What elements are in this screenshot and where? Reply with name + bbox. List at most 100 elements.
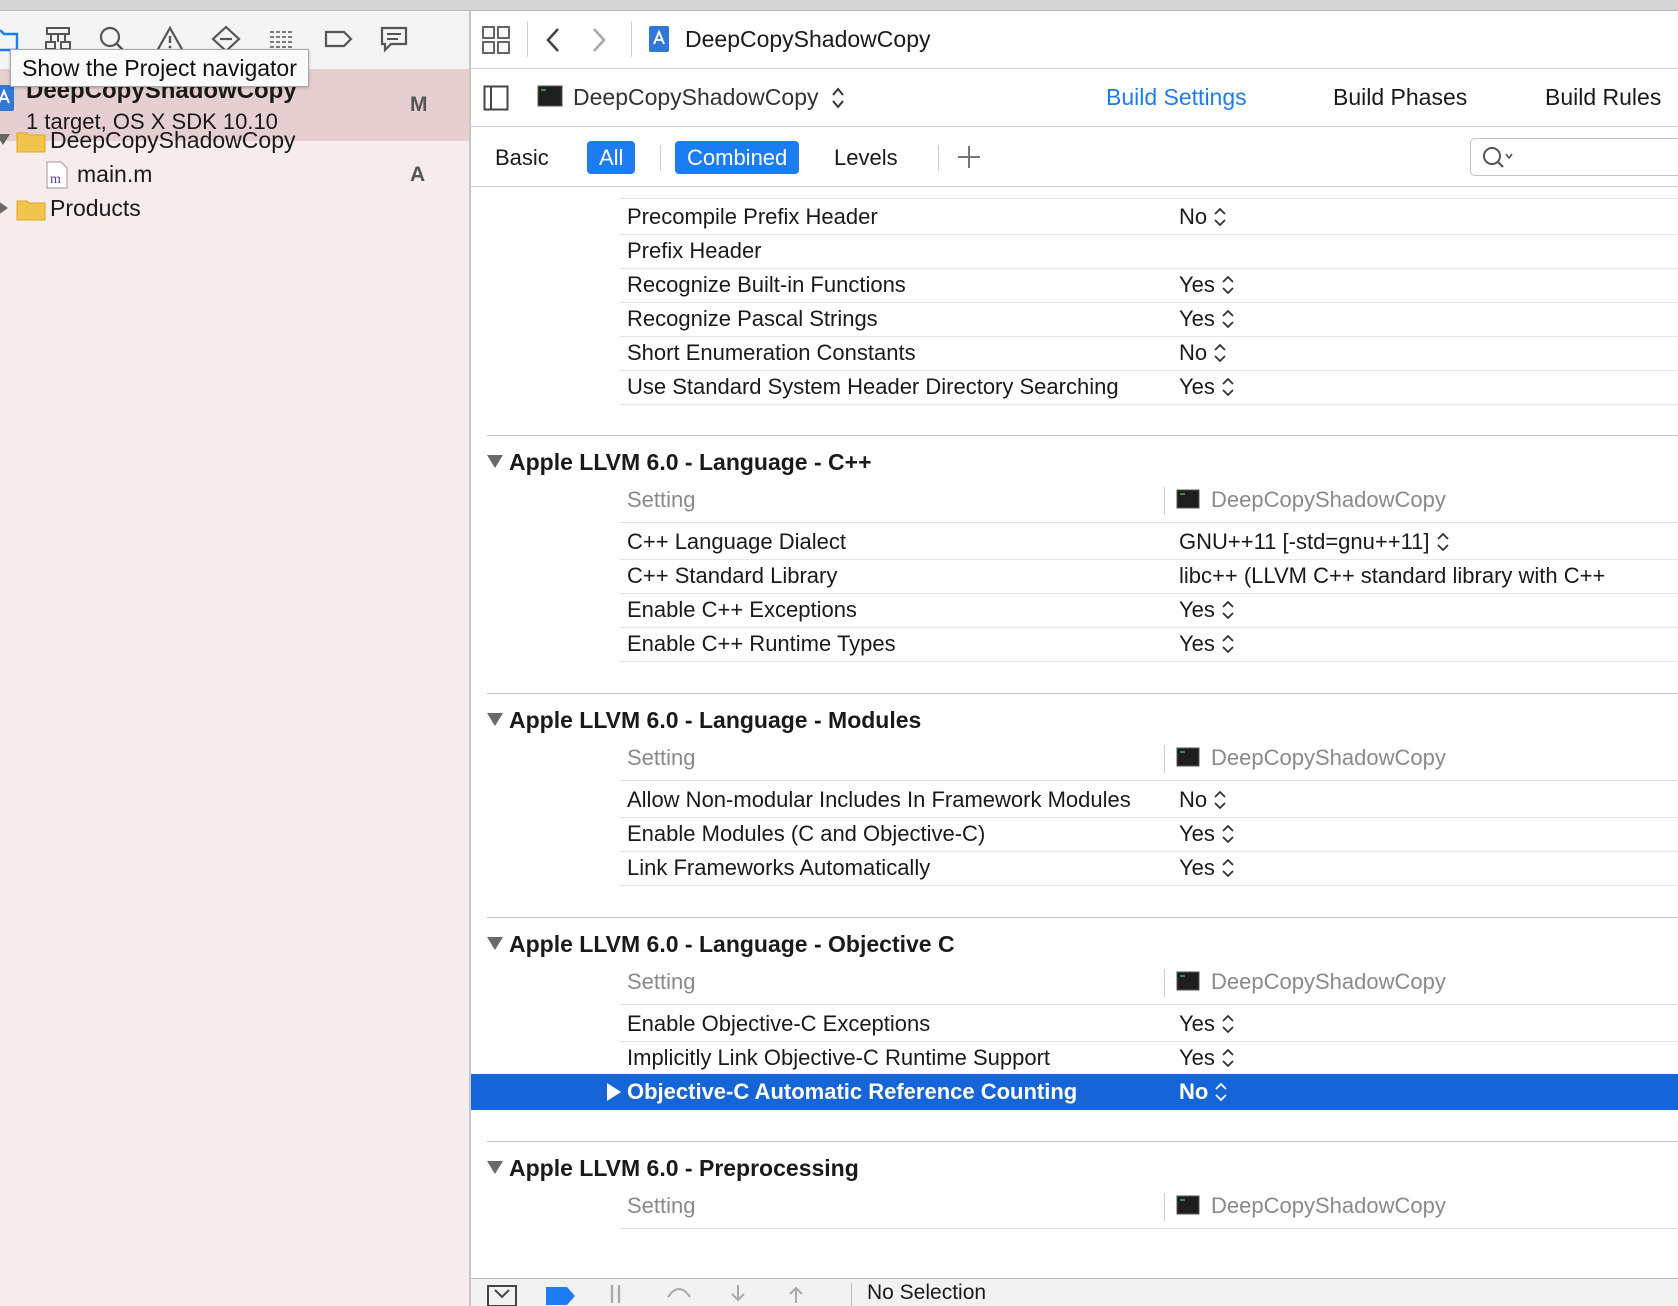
disclosure-open-icon[interactable] [487, 455, 503, 468]
step-out-icon[interactable] [785, 1283, 807, 1306]
setting-value[interactable]: Yes [1179, 272, 1235, 298]
setting-row[interactable]: Enable C++ Runtime Types Yes [619, 626, 1678, 662]
setting-row[interactable]: C++ Language Dialect GNU++11 [-std=gnu++… [619, 524, 1678, 560]
stepper-icon[interactable] [1213, 342, 1227, 364]
divider [851, 1283, 852, 1306]
section-divider [487, 917, 1678, 918]
filter-basic-button[interactable]: Basic [483, 141, 561, 174]
setting-value-text: Yes [1179, 1045, 1215, 1070]
setting-value[interactable]: GNU++11 [-std=gnu++11] [1179, 529, 1450, 555]
stepper-icon[interactable] [1221, 599, 1235, 621]
step-into-icon[interactable] [727, 1283, 749, 1306]
setting-value[interactable]: Yes [1179, 631, 1235, 657]
setting-row[interactable]: Implicitly Link Objective-C Runtime Supp… [619, 1040, 1678, 1076]
tree-item-file[interactable]: m main.m A [0, 157, 469, 193]
terminal-target-icon [1176, 1195, 1200, 1220]
disclosure-open-icon[interactable] [487, 937, 503, 950]
tree-item-group[interactable]: DeepCopyShadowCopy [0, 123, 469, 159]
tab-build-phases[interactable]: Build Phases [1333, 84, 1467, 111]
setting-value-text: Yes [1179, 597, 1215, 622]
stepper-icon[interactable] [1221, 308, 1235, 330]
pause-icon[interactable] [607, 1283, 631, 1306]
disclosure-closed-icon[interactable] [0, 201, 8, 215]
disclosure-open-icon[interactable] [487, 713, 503, 726]
terminal-target-icon [1176, 971, 1200, 996]
setting-value[interactable]: No [1179, 340, 1227, 366]
column-divider [1164, 1193, 1165, 1221]
setting-row[interactable]: Enable Objective-C Exceptions Yes [619, 1006, 1678, 1042]
jump-bar-file-title[interactable]: DeepCopyShadowCopy [685, 26, 931, 53]
stepper-icon[interactable] [1436, 531, 1450, 553]
setting-value[interactable]: No [1179, 787, 1227, 813]
setting-row[interactable]: Allow Non-modular Includes In Framework … [619, 782, 1678, 818]
setting-value[interactable]: Yes [1179, 855, 1235, 881]
setting-value-text: Yes [1179, 306, 1215, 331]
setting-value[interactable]: Yes [1179, 1011, 1235, 1037]
setting-row[interactable]: Use Standard System Header Directory Sea… [619, 369, 1678, 405]
filter-levels-button[interactable]: Levels [822, 141, 910, 174]
back-arrow-icon[interactable] [541, 25, 565, 60]
search-field[interactable] [1470, 138, 1678, 176]
breakpoints-toggle-icon[interactable] [545, 1285, 577, 1306]
column-header: Setting DeepCopyShadowCopy [619, 1185, 1678, 1229]
objc-file-icon: m [46, 161, 68, 194]
setting-row[interactable]: Link Frameworks Automatically Yes [619, 850, 1678, 886]
sidebar-toggle-icon[interactable] [483, 85, 509, 116]
setting-row[interactable]: Recognize Pascal Strings Yes [619, 301, 1678, 337]
setting-value[interactable]: libc++ (LLVM C++ standard library with C… [1179, 563, 1605, 589]
stepper-icon[interactable] [1214, 1081, 1228, 1103]
target-column-title: DeepCopyShadowCopy [1211, 1193, 1446, 1218]
editor-area: DeepCopyShadowCopy DeepCopyShadowCopy Bu… [471, 11, 1678, 1306]
comment-icon[interactable] [376, 21, 412, 57]
filter-all-button[interactable]: All [587, 141, 636, 174]
stepper-icon[interactable] [1221, 376, 1235, 398]
stepper-icon[interactable] [1213, 789, 1227, 811]
target-selector[interactable]: DeepCopyShadowCopy [573, 84, 819, 111]
svg-text:m: m [50, 172, 61, 187]
stepper-icon[interactable] [1221, 823, 1235, 845]
build-settings-list: Precompile Prefix Header No Prefix Heade… [471, 187, 1678, 1278]
setting-value[interactable]: Yes [1179, 1045, 1235, 1071]
xcode-project-icon [647, 24, 671, 59]
section-divider [487, 435, 1678, 436]
disclosure-closed-icon[interactable] [607, 1083, 621, 1101]
setting-row[interactable]: Enable C++ Exceptions Yes [619, 592, 1678, 628]
setting-row[interactable]: Prefix Header [619, 233, 1678, 269]
setting-row[interactable]: Short Enumeration Constants No [619, 335, 1678, 371]
tab-build-rules[interactable]: Build Rules [1545, 84, 1661, 111]
scm-modified-badge: M [410, 93, 428, 116]
hide-debug-area-icon[interactable] [487, 1285, 517, 1306]
step-over-icon[interactable] [665, 1283, 693, 1306]
stepper-icon[interactable] [1221, 274, 1235, 296]
tag-icon[interactable] [320, 21, 356, 57]
disclosure-open-icon[interactable] [0, 134, 10, 145]
setting-value[interactable]: Yes [1179, 821, 1235, 847]
setting-value[interactable]: Yes [1179, 597, 1235, 623]
add-setting-icon[interactable] [955, 143, 983, 176]
setting-value[interactable]: No [1179, 204, 1227, 230]
tree-item-group[interactable]: Products [0, 191, 469, 227]
setting-row[interactable]: Recognize Built-in Functions Yes [619, 267, 1678, 303]
divider [527, 21, 528, 57]
setting-value-text: Yes [1179, 374, 1215, 399]
stepper-icon[interactable] [1221, 1047, 1235, 1069]
setting-value[interactable]: Yes [1179, 306, 1235, 332]
related-items-grid-icon[interactable] [481, 25, 511, 60]
forward-arrow-icon[interactable] [587, 25, 611, 60]
stepper-icon[interactable] [831, 86, 845, 115]
setting-column-title: Setting [627, 1193, 696, 1218]
tab-build-settings[interactable]: Build Settings [1106, 84, 1247, 111]
setting-row[interactable]: Enable Modules (C and Objective-C) Yes [619, 816, 1678, 852]
setting-row-selected[interactable]: Objective-C Automatic Reference Counting… [471, 1074, 1678, 1110]
stepper-icon[interactable] [1221, 857, 1235, 879]
filter-combined-button[interactable]: Combined [675, 141, 800, 174]
setting-row[interactable]: C++ Standard Library libc++ (LLVM C++ st… [619, 558, 1678, 594]
stepper-icon[interactable] [1213, 206, 1227, 228]
setting-row[interactable]: Precompile Prefix Header No [619, 199, 1678, 235]
setting-column-title: Setting [627, 487, 696, 512]
stepper-icon[interactable] [1221, 1013, 1235, 1035]
setting-value[interactable]: Yes [1179, 374, 1235, 400]
setting-value[interactable]: No [1179, 1079, 1228, 1105]
disclosure-open-icon[interactable] [487, 1161, 503, 1174]
stepper-icon[interactable] [1221, 633, 1235, 655]
